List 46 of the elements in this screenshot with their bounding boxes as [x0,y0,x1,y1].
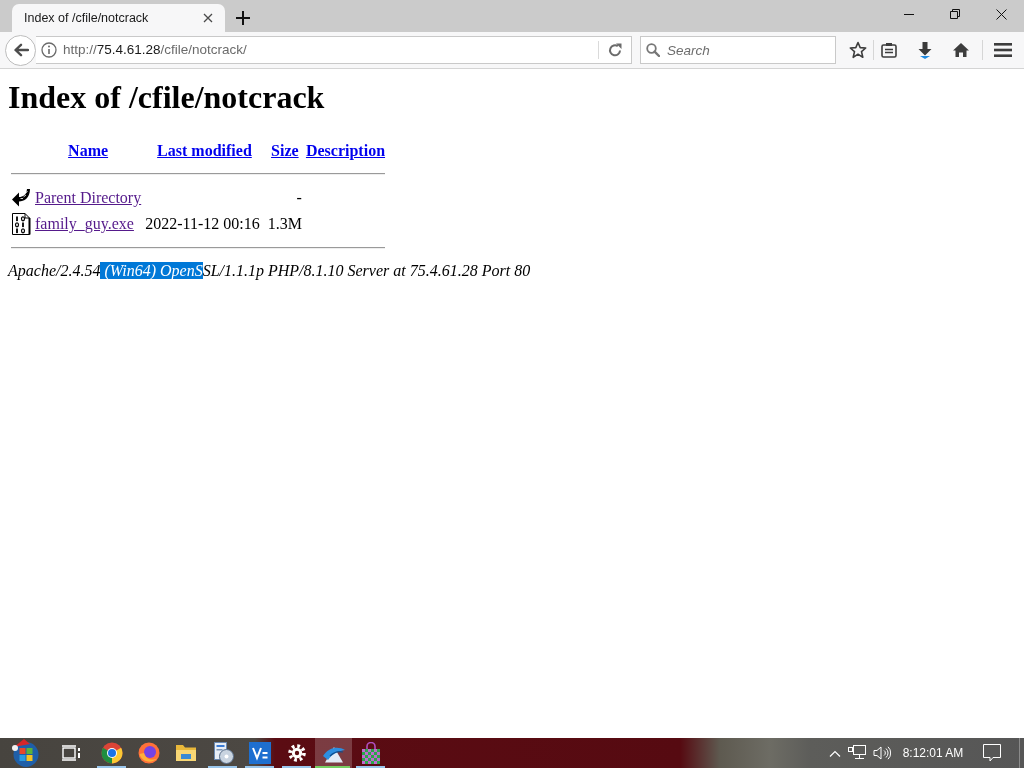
info-icon[interactable] [41,42,57,58]
address-bar[interactable]: http://75.4.61.28/cfile/notcrack/ [36,36,632,64]
minimize-icon[interactable] [904,13,914,15]
reload-icon[interactable] [608,43,622,57]
binary-file-icon [11,213,31,235]
close-icon[interactable] [995,8,1007,20]
curved-arrow-icon [11,187,31,209]
gear-icon [287,744,306,762]
close-icon[interactable] [203,13,213,23]
star-icon[interactable] [849,41,867,59]
taskbar-app-button[interactable] [315,738,352,768]
search-icon [646,43,660,57]
globe-logo-icon [137,742,160,764]
restore-icon[interactable] [950,9,960,19]
ring-logo-icon [100,742,123,764]
caret-up-icon[interactable] [829,749,841,757]
file-link[interactable]: Parent Directory [35,189,142,206]
url-text: http://75.4.61.28/cfile/notcrack/ [63,40,247,59]
back-button[interactable] [5,34,36,66]
page-heading: Index of /cfile/notcrack [8,79,326,116]
browser-tab[interactable]: Index of /cfile/notcrack [12,4,225,32]
clock-text[interactable]: 8:12:01 AM [898,744,968,762]
file-size-text: 1.3M [267,215,302,232]
modified-date-text: 2022-11-12 00:16 [145,215,260,232]
folder-icon [174,744,197,762]
menu-icon[interactable] [994,43,1012,57]
checkered-bag-icon [359,742,382,764]
notification-icon[interactable] [983,744,1001,762]
search-field[interactable]: Search [640,36,836,64]
arrow-left-icon [12,43,29,57]
tile-logo-icon [248,742,271,764]
task-view-icon[interactable] [61,745,80,761]
download-icon[interactable] [917,41,933,59]
file-size-text: - [296,189,302,206]
start-orb-icon[interactable] [11,738,41,768]
plus-icon[interactable] [236,11,250,25]
clipboard-icon[interactable] [881,42,897,58]
column-header-link[interactable]: Description [305,142,386,159]
file-link[interactable]: family_guy.exe [35,215,134,232]
column-header-link[interactable]: Size [271,142,299,159]
column-header-link[interactable]: Last modified [157,142,252,159]
volume-icon[interactable] [873,746,891,760]
network-icon[interactable] [848,745,866,761]
document-disc-icon [211,742,234,764]
column-header-link[interactable]: Name [68,142,109,159]
home-icon[interactable] [952,42,970,58]
